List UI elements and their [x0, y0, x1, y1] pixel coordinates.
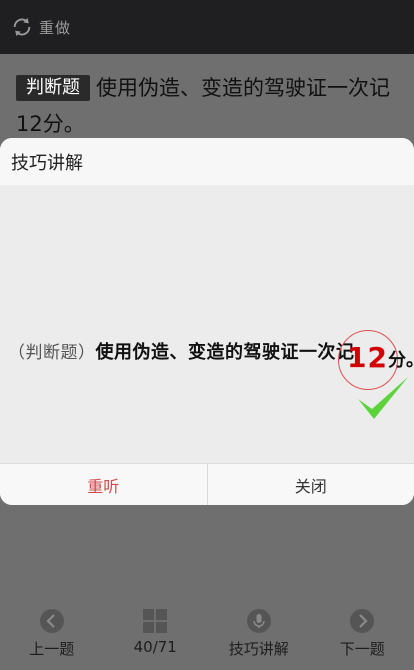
close-button[interactable]: 关闭 — [208, 464, 414, 505]
replay-button[interactable]: 重听 — [0, 464, 208, 505]
explain-main-text: 使用伪造、变造的驾驶证一次记 — [95, 342, 355, 363]
explain-type-tag: （判断题） — [8, 343, 96, 363]
highlight-number: 12 — [347, 341, 388, 374]
explain-suffix: 分。 — [388, 350, 414, 371]
tips-dialog: 技巧讲解 （判断题）使用伪造、变造的驾驶证一次记 12 分。 重听 关闭 — [0, 138, 414, 505]
dialog-footer: 重听 关闭 — [0, 463, 414, 505]
dialog-body: （判断题）使用伪造、变造的驾驶证一次记 12 分。 — [0, 185, 414, 463]
dialog-title: 技巧讲解 — [0, 138, 414, 185]
explain-text: （判断题）使用伪造、变造的驾驶证一次记 — [8, 338, 355, 364]
checkmark-icon — [358, 377, 408, 419]
